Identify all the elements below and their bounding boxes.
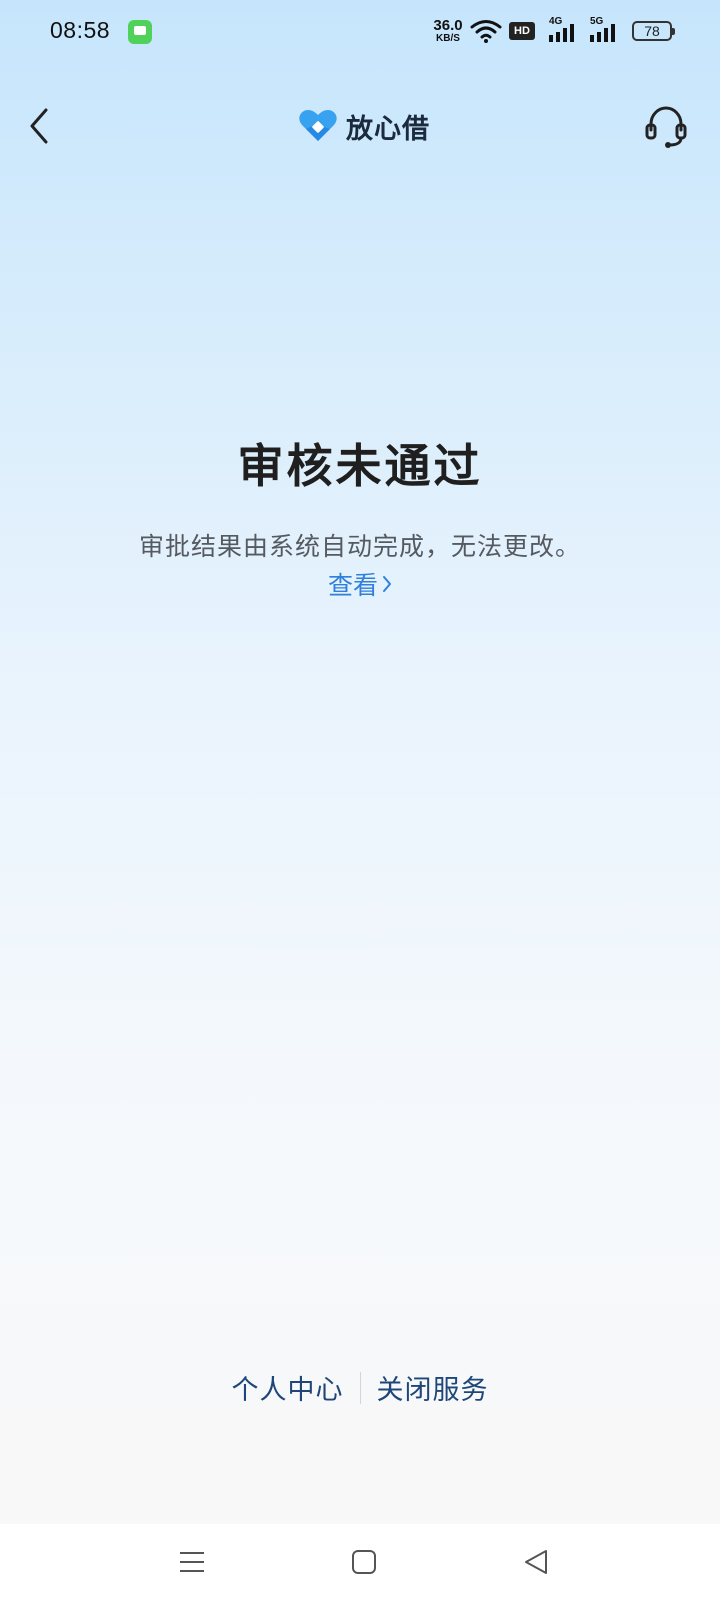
footer-links: 个人中心 关闭服务: [0, 1368, 720, 1407]
battery-icon: 78: [632, 21, 675, 41]
back-triangle-icon[interactable]: [522, 1548, 550, 1580]
footer-divider: [359, 1371, 361, 1404]
view-link-label: 查看: [328, 571, 379, 600]
view-details-link[interactable]: 查看: [328, 566, 393, 602]
status-time: 08:58: [50, 17, 111, 43]
network-speed: 36.0 KB/S: [430, 18, 466, 44]
brand-name: 放心借: [346, 113, 430, 145]
system-nav-bar: [0, 1524, 720, 1612]
customer-service-button[interactable]: [644, 104, 688, 150]
back-button[interactable]: [26, 104, 58, 148]
message-app-icon: [128, 20, 152, 44]
home-icon[interactable]: [350, 1548, 378, 1580]
personal-center-link[interactable]: 个人中心: [232, 1368, 344, 1407]
hd-voice-icon: HD: [509, 22, 535, 40]
brand-logo-icon: [299, 110, 337, 141]
chevron-right-icon: [383, 576, 392, 592]
result-description: 审批结果由系统自动完成，无法更改。: [138, 532, 581, 561]
result-title: 审核未通过: [237, 439, 483, 493]
brand: 放心借: [298, 106, 430, 146]
headset-icon: [645, 106, 687, 148]
chevron-left-icon: [30, 108, 48, 144]
network-speed-value: 36.0: [433, 17, 463, 34]
status-bar: 08:58 36.0 KB/S HD 4G 5G 78: [0, 0, 720, 64]
wifi-icon: [470, 18, 502, 48]
close-service-link[interactable]: 关闭服务: [377, 1368, 489, 1407]
network-speed-unit: KB/S: [436, 33, 460, 44]
menu-icon[interactable]: [178, 1548, 206, 1580]
